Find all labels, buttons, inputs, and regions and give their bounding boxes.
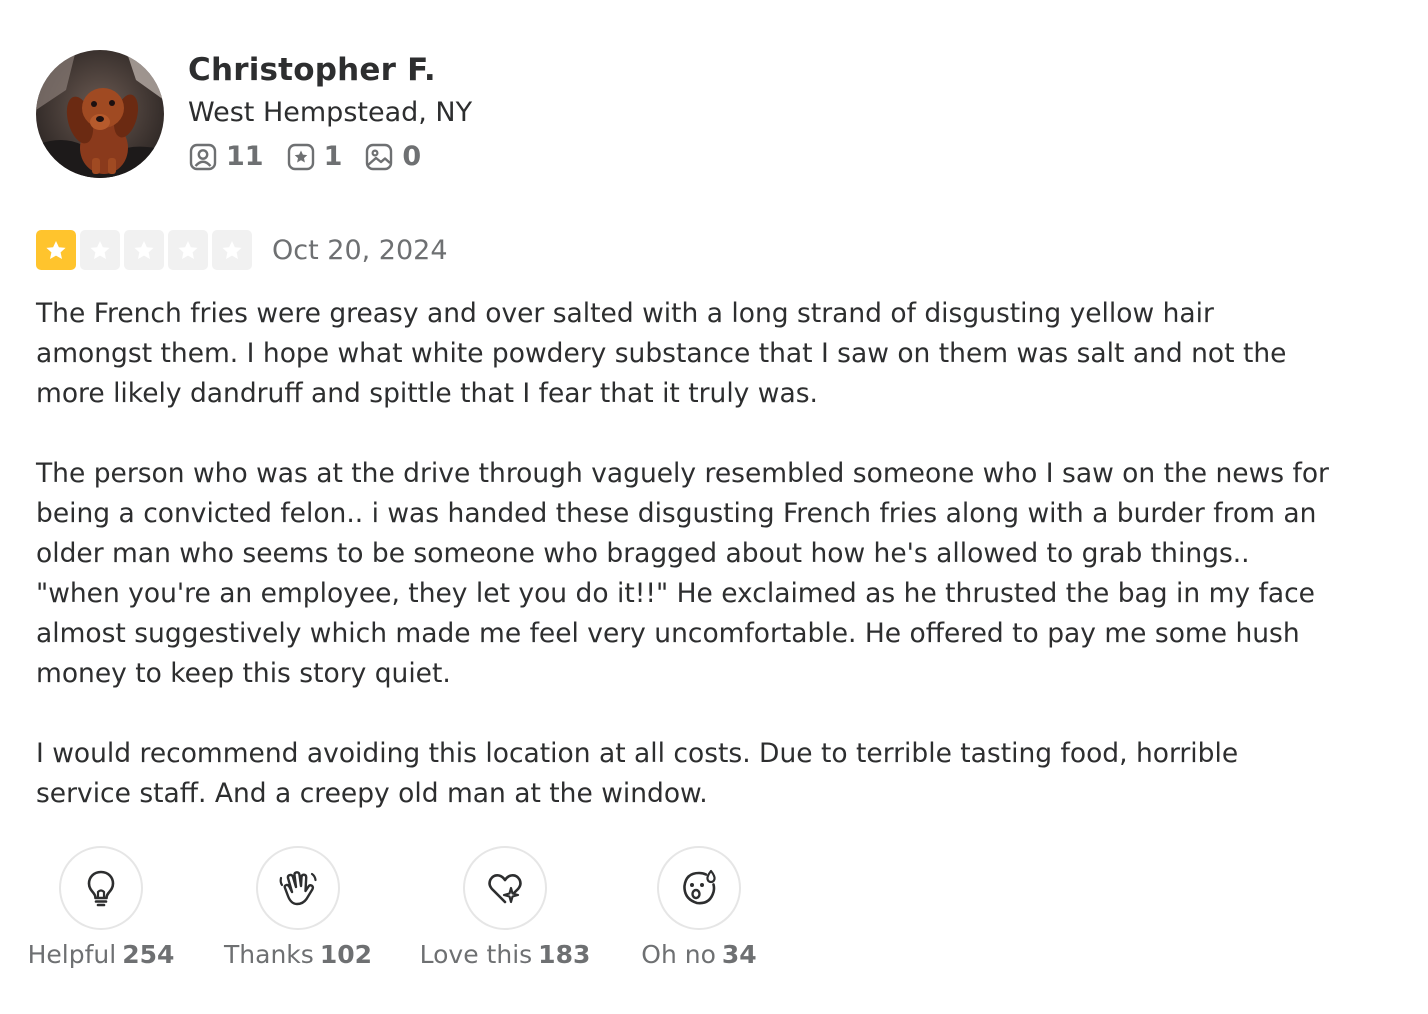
dog-avatar-image xyxy=(36,50,164,178)
thanks-count: 102 xyxy=(319,940,372,969)
love-reaction: Love this 183 xyxy=(420,846,590,969)
photo-icon xyxy=(366,143,393,170)
love-count: 183 xyxy=(538,940,591,969)
review-paragraph: I would recommend avoiding this location… xyxy=(36,738,1239,809)
star-icon xyxy=(134,241,154,259)
review-star-icon xyxy=(287,143,314,170)
reviews-stat: 1 xyxy=(286,141,343,172)
photos-stat: 0 xyxy=(364,141,421,172)
star-rating xyxy=(36,230,256,270)
user-info: Christopher F. West Hempstead, NY 11 1 0 xyxy=(188,50,472,172)
star-filled xyxy=(36,230,76,270)
love-text: Love this xyxy=(419,940,533,969)
thanks-label: Thanks 102 xyxy=(224,940,372,969)
helpful-label: Helpful 254 xyxy=(28,940,175,969)
friends-count: 11 xyxy=(226,141,264,172)
ohno-text: Oh no xyxy=(641,940,716,969)
helpful-count: 254 xyxy=(122,940,175,969)
love-button[interactable] xyxy=(463,846,547,930)
avatar[interactable] xyxy=(36,50,164,178)
user-name[interactable]: Christopher F. xyxy=(188,50,472,90)
wave-hand-icon xyxy=(279,871,317,906)
thanks-reaction: Thanks 102 xyxy=(224,846,372,969)
heart-sparkle-icon xyxy=(488,874,522,904)
friends-stat: 11 xyxy=(188,141,264,172)
user-stats: 11 1 0 xyxy=(188,141,472,172)
ohno-label: Oh no 34 xyxy=(641,940,756,969)
love-label: Love this 183 xyxy=(420,940,591,969)
rating-row: Oct 20, 2024 xyxy=(36,230,448,270)
star-icon xyxy=(222,241,242,259)
star-empty xyxy=(212,230,252,270)
review-date: Oct 20, 2024 xyxy=(272,234,448,266)
star-icon xyxy=(46,241,66,259)
helpful-reaction: Helpful 254 xyxy=(28,846,174,969)
photos-count: 0 xyxy=(402,141,422,172)
thanks-button[interactable] xyxy=(256,846,340,930)
user-header: Christopher F. West Hempstead, NY 11 1 0 xyxy=(36,50,472,178)
review-paragraph: The person who was at the drive through … xyxy=(36,458,1329,689)
review-paragraph: The French fries were greasy and over sa… xyxy=(36,298,1287,409)
thanks-text: Thanks xyxy=(224,940,314,969)
surprised-face-icon xyxy=(683,869,716,905)
ohno-reaction: Oh no 34 xyxy=(641,846,757,969)
star-empty xyxy=(80,230,120,270)
friends-icon xyxy=(189,143,217,170)
reviews-count: 1 xyxy=(323,141,343,172)
star-empty xyxy=(124,230,164,270)
ohno-button[interactable] xyxy=(657,846,741,930)
helpful-text: Helpful xyxy=(27,940,117,969)
star-empty xyxy=(168,230,208,270)
star-icon xyxy=(90,241,110,259)
star-icon xyxy=(178,241,198,259)
ohno-count: 34 xyxy=(721,940,757,969)
review-body: The French fries were greasy and over sa… xyxy=(36,294,1336,814)
helpful-button[interactable] xyxy=(59,846,143,930)
lightbulb-icon xyxy=(87,870,115,907)
user-location: West Hempstead, NY xyxy=(188,97,473,128)
